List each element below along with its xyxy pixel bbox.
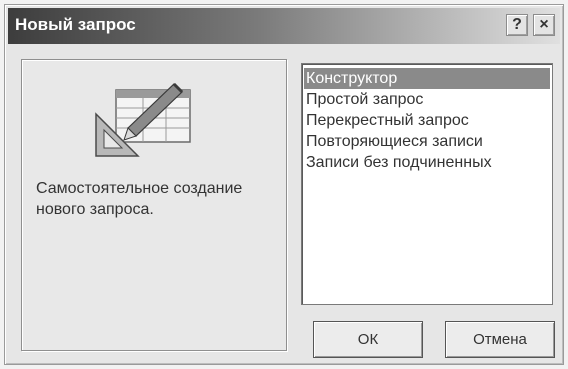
window-title: Новый запрос	[15, 15, 136, 34]
close-button[interactable]: ×	[533, 14, 555, 36]
title-bar[interactable]: Новый запрос ? ×	[8, 8, 560, 44]
query-type-list[interactable]: Конструктор Простой запрос Перекрестный …	[301, 63, 553, 305]
list-item-design-view[interactable]: Конструктор	[304, 68, 550, 89]
close-icon: ×	[539, 16, 549, 33]
list-item-crosstab-query[interactable]: Перекрестный запрос	[304, 110, 550, 131]
cancel-button[interactable]: Отмена	[445, 321, 555, 358]
ok-button[interactable]: ОК	[313, 321, 423, 358]
query-design-icon	[95, 82, 191, 157]
list-item-find-duplicates[interactable]: Повторяющиеся записи	[304, 131, 550, 152]
preview-panel: Самостоятельное создание нового запроса.	[21, 59, 287, 351]
list-item-find-unmatched[interactable]: Записи без подчиненных	[304, 152, 550, 173]
new-query-dialog: Новый запрос ? × Самостоятельное создани…	[4, 4, 564, 365]
help-button[interactable]: ?	[506, 14, 528, 36]
help-icon: ?	[512, 16, 522, 33]
list-item-simple-query[interactable]: Простой запрос	[304, 89, 550, 110]
query-description: Самостоятельное создание нового запроса.	[36, 180, 243, 218]
